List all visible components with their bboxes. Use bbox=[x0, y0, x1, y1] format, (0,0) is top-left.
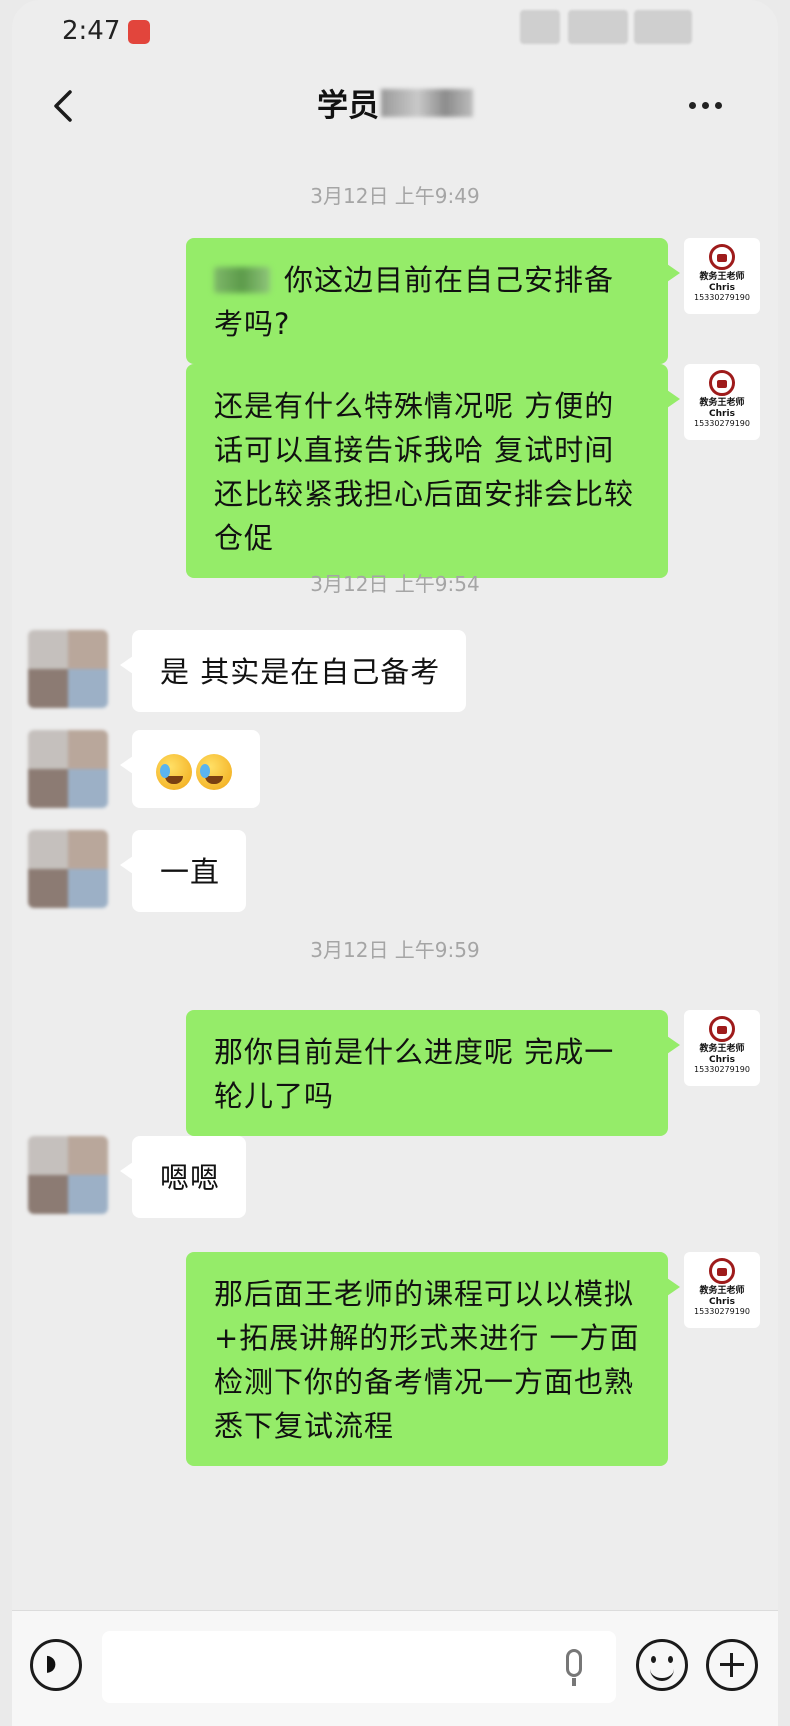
loudly-crying-emoji-icon bbox=[156, 754, 192, 790]
chat-title: 学员 bbox=[12, 80, 778, 125]
blurred-status-icon bbox=[568, 10, 628, 44]
teacher-avatar[interactable]: 教务王老师 Chris 15330279190 bbox=[684, 364, 760, 440]
blurred-status-icon bbox=[520, 10, 560, 44]
emoji-button[interactable] bbox=[636, 1639, 688, 1691]
student-avatar[interactable] bbox=[28, 830, 108, 908]
avatar-label-name: Chris bbox=[709, 283, 735, 293]
blurred-status-icon bbox=[634, 10, 692, 44]
message-text: 还是有什么特殊情况呢 方便的话可以直接告诉我哈 复试时间还比较紧我担心后面安排会… bbox=[214, 389, 635, 555]
message-bubble[interactable]: 那你目前是什么进度呢 完成一轮儿了吗 bbox=[186, 1010, 680, 1136]
avatar-label-phone: 15330279190 bbox=[694, 293, 750, 302]
blurred-contact-name bbox=[381, 88, 473, 117]
page-title: 学员 bbox=[317, 88, 379, 124]
more-options-icon[interactable] bbox=[689, 102, 722, 109]
message-bubble[interactable]: 是 其实是在自己备考 bbox=[119, 630, 467, 712]
message-text: 是 其实是在自己备考 bbox=[160, 655, 441, 689]
message-input[interactable] bbox=[102, 1631, 616, 1703]
teacher-avatar[interactable]: 教务王老师 Chris 15330279190 bbox=[684, 1010, 760, 1086]
avatar-label-name: Chris bbox=[709, 1055, 735, 1065]
loudly-crying-emoji-icon bbox=[196, 754, 232, 790]
message-text: 一直 bbox=[160, 855, 221, 889]
student-avatar[interactable] bbox=[28, 1136, 108, 1214]
nav-bar: 学员 bbox=[12, 66, 778, 144]
message-bubble[interactable]: 嗯嗯 bbox=[119, 1136, 247, 1218]
message-bubble[interactable]: 一直 bbox=[119, 830, 247, 912]
avatar-label-name: Chris bbox=[709, 409, 735, 419]
input-bar: ◗ bbox=[12, 1610, 778, 1726]
avatar-label-phone: 15330279190 bbox=[694, 419, 750, 428]
notification-app-icon bbox=[128, 20, 150, 44]
message-text: 你这边目前在自己安排备考吗? bbox=[214, 263, 615, 341]
avatar-label-title: 教务王老师 bbox=[699, 272, 745, 282]
voice-input-button[interactable]: ◗ bbox=[30, 1639, 82, 1691]
chat-screen: 2:47 学员 3月12日 上午9:49 你这边目前在自己安排备考吗? 教务王老… bbox=[12, 0, 778, 1726]
message-timestamp: 3月12日 上午9:54 bbox=[310, 572, 480, 596]
message-bubble[interactable]: 那后面王老师的课程可以以模拟+拓展讲解的形式来进行 一方面检测下你的备考情况一方… bbox=[186, 1252, 680, 1466]
avatar-label-title: 教务王老师 bbox=[699, 1286, 745, 1296]
student-avatar[interactable] bbox=[28, 630, 108, 708]
message-list[interactable]: 3月12日 上午9:49 你这边目前在自己安排备考吗? 教务王老师 Chris … bbox=[12, 144, 778, 1604]
avatar-label-title: 教务王老师 bbox=[699, 398, 745, 408]
school-logo-icon bbox=[709, 370, 735, 396]
school-logo-icon bbox=[709, 1016, 735, 1042]
message-timestamp: 3月12日 上午9:59 bbox=[310, 938, 480, 962]
teacher-avatar[interactable]: 教务王老师 Chris 15330279190 bbox=[684, 238, 760, 314]
status-bar: 2:47 bbox=[12, 0, 778, 66]
message-text: 那后面王老师的课程可以以模拟+拓展讲解的形式来进行 一方面检测下你的备考情况一方… bbox=[214, 1277, 640, 1443]
school-logo-icon bbox=[709, 244, 735, 270]
more-actions-button[interactable] bbox=[706, 1639, 758, 1691]
student-avatar[interactable] bbox=[28, 730, 108, 808]
message-bubble[interactable]: 还是有什么特殊情况呢 方便的话可以直接告诉我哈 复试时间还比较紧我担心后面安排会… bbox=[186, 364, 680, 578]
blurred-mention bbox=[214, 267, 270, 293]
avatar-label-name: Chris bbox=[709, 1297, 735, 1307]
avatar-label-phone: 15330279190 bbox=[694, 1307, 750, 1316]
teacher-avatar[interactable]: 教务王老师 Chris 15330279190 bbox=[684, 1252, 760, 1328]
avatar-label-phone: 15330279190 bbox=[694, 1065, 750, 1074]
message-text: 嗯嗯 bbox=[160, 1161, 221, 1195]
status-time: 2:47 bbox=[62, 16, 121, 46]
voice-wave-icon: ◗ bbox=[45, 1651, 57, 1676]
microphone-icon[interactable] bbox=[566, 1649, 582, 1686]
avatar-label-title: 教务王老师 bbox=[699, 1044, 745, 1054]
school-logo-icon bbox=[709, 1258, 735, 1284]
message-bubble[interactable]: 你这边目前在自己安排备考吗? bbox=[186, 238, 680, 364]
message-timestamp: 3月12日 上午9:49 bbox=[310, 184, 480, 208]
message-text: 那你目前是什么进度呢 完成一轮儿了吗 bbox=[214, 1035, 615, 1113]
message-bubble[interactable] bbox=[120, 730, 260, 808]
